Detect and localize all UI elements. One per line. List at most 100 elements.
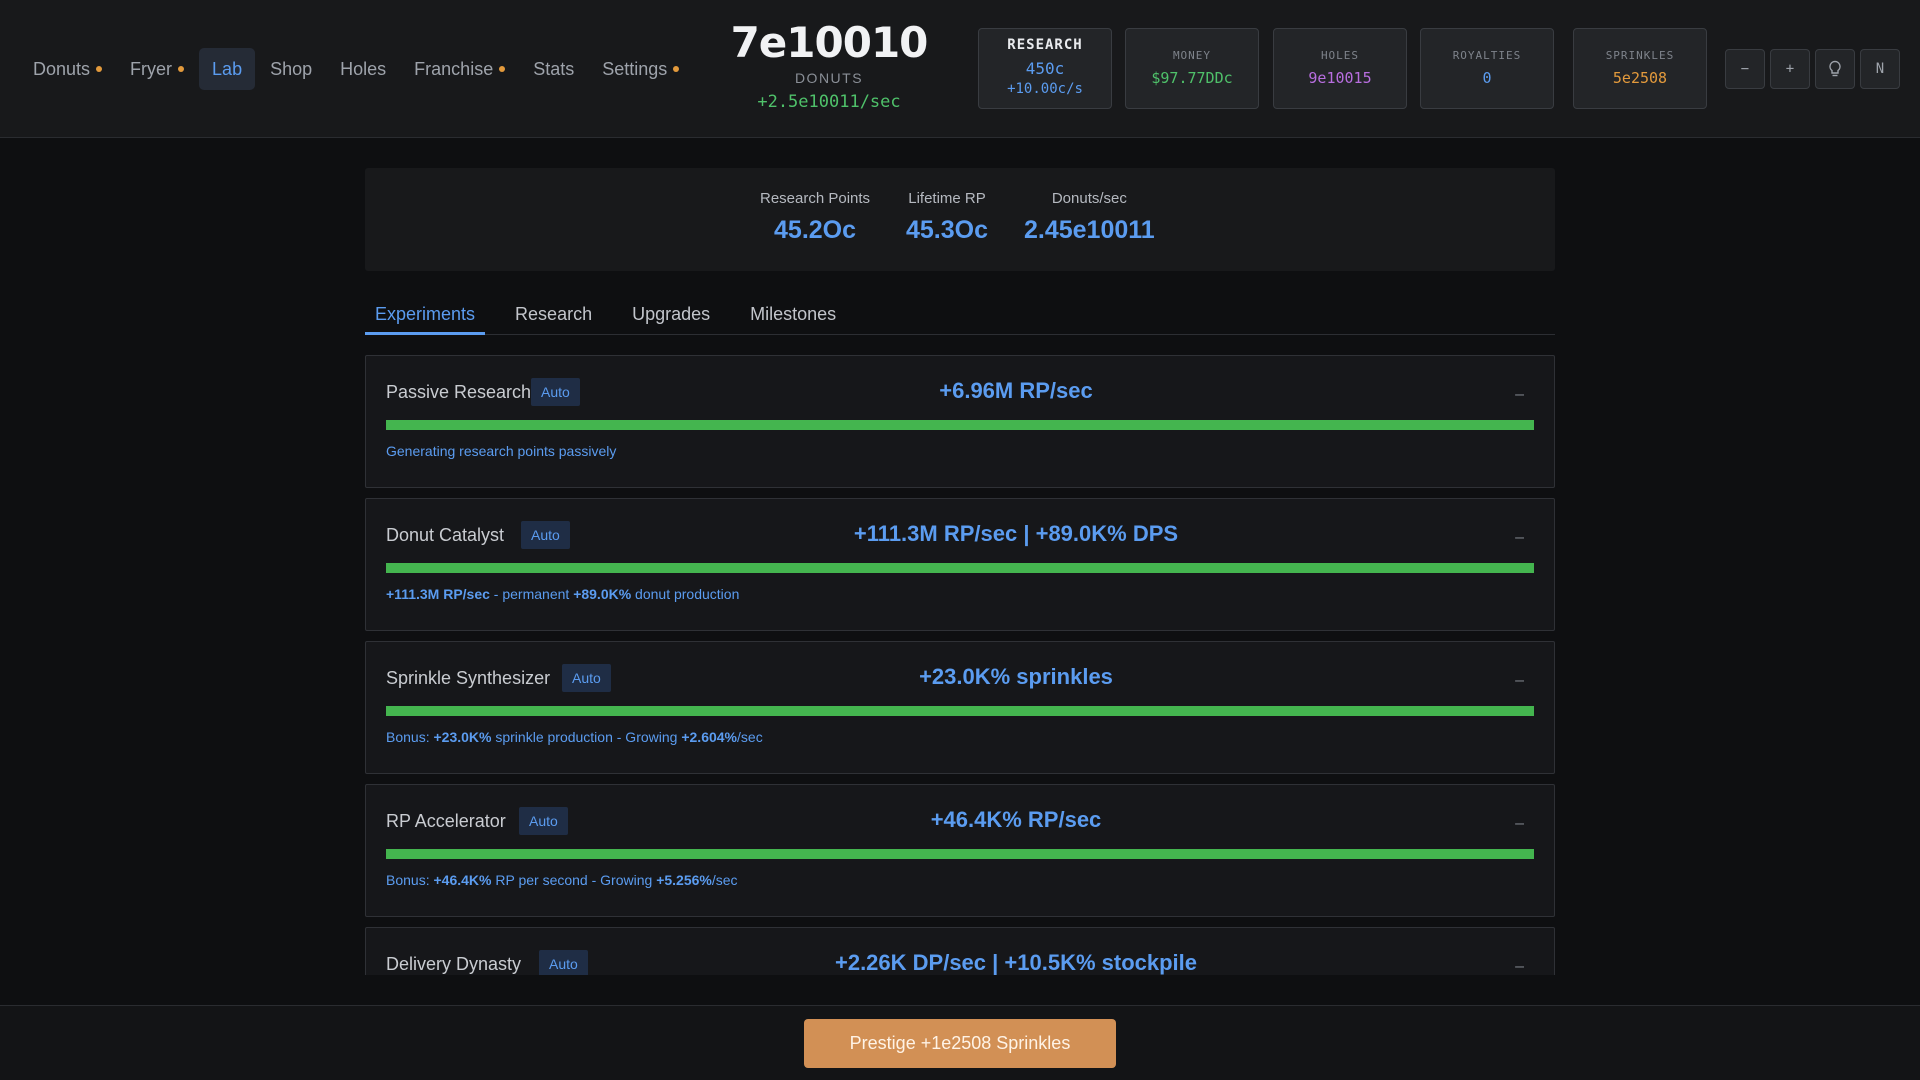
experiment-progress-fill (386, 563, 1534, 573)
nav-tab-label: Shop (270, 58, 313, 79)
experiment-name: Donut Catalyst (386, 525, 505, 545)
holes-stat: HOLES 9e10015 (1273, 28, 1407, 109)
sprinkles-stat: SPRINKLES 5e2508 (1573, 28, 1707, 109)
donut-rate: +2.5e10011/sec (757, 92, 901, 112)
money-stat-label: MONEY (1172, 49, 1212, 62)
experiment-progress-fill (386, 849, 1534, 859)
nav-tab-label: Lab (212, 58, 243, 79)
research-points-label: Research Points (760, 190, 871, 207)
description-text: - permanent (489, 586, 574, 602)
experiment-description: Bonus: +46.4K% RP per second - Growing +… (386, 872, 738, 888)
notification-dot (673, 66, 680, 72)
research-stat-value: 450c (1025, 59, 1065, 78)
collapse-toggle[interactable]: – (1515, 815, 1524, 833)
lab-summary-panel: Research Points 45.2Oc Lifetime RP 45.3O… (365, 168, 1555, 271)
nav-tab-label: Franchise (414, 58, 494, 79)
notification-dot (178, 66, 185, 72)
description-text: Bonus: (386, 729, 434, 745)
collapse-toggle[interactable]: – (1515, 958, 1524, 975)
description-text: donut production (631, 586, 740, 602)
experiment-effect: +2.26K DP/sec | +10.5K% stockpile (834, 950, 1198, 975)
nav-tab-label: Donuts (33, 58, 91, 79)
top-bar: Donuts Fryer Lab Shop Holes Franchise Stats Set… (0, 0, 1920, 138)
sprinkles-stat-label: SPRINKLES (1605, 49, 1675, 62)
notification-dot (96, 66, 103, 72)
zoom-out-button[interactable]: − (1725, 49, 1765, 89)
donuts-per-sec-stat: Donuts/sec 2.45e10011 (1024, 190, 1155, 245)
description-highlight: +89.0K% (573, 586, 632, 602)
donuts-per-sec-value: 2.45e10011 (1024, 216, 1155, 244)
experiment-card-delivery-dynasty: Delivery Dynasty Auto +2.26K DP/sec | +10.… (365, 927, 1555, 975)
nav-tab-label: Stats (533, 58, 575, 79)
description-text: /sec (737, 729, 763, 745)
tab-research[interactable]: Research (505, 296, 602, 335)
collapse-toggle[interactable]: – (1515, 529, 1524, 547)
experiment-progress-fill (386, 706, 1534, 716)
notation-button[interactable]: N (1860, 49, 1900, 89)
experiment-name: Delivery Dynasty (386, 954, 522, 974)
tab-upgrades[interactable]: Upgrades (622, 296, 720, 335)
holes-stat-value: 9e10015 (1308, 69, 1372, 87)
experiment-card-rp-accelerator: RP Accelerator Auto +46.4K% RP/sec – Bonus: … (365, 784, 1555, 917)
money-stat: MONEY $97.77DDc (1125, 28, 1259, 109)
research-points-stat: Research Points 45.2Oc (760, 190, 870, 245)
experiment-effect: +46.4K% RP/sec (930, 807, 1102, 832)
description-highlight: +2.604% (681, 729, 738, 745)
footer-bar: Prestige +1e2508 Sprinkles (0, 1005, 1920, 1080)
experiment-card-passive-research: Passive Research Auto +6.96M RP/sec – Genera… (365, 355, 1555, 488)
nav-tab-settings[interactable]: Settings (589, 48, 692, 90)
description-text: sprinkle production - Growing (491, 729, 682, 745)
research-points-value: 45.2Oc (774, 216, 857, 244)
nav-tab-label: Settings (602, 58, 668, 79)
main-nav: Donuts Fryer Lab Shop Holes Franchise Stats Set… (20, 48, 692, 90)
experiment-name: Sprinkle Synthesizer (386, 668, 551, 688)
collapse-toggle[interactable]: – (1515, 672, 1524, 690)
experiment-effect: +23.0K% sprinkles (919, 664, 1113, 689)
lifetime-rp-label: Lifetime RP (908, 190, 986, 207)
donut-label: DONUTS (794, 70, 864, 86)
tab-experiments[interactable]: Experiments (365, 296, 486, 335)
hint-button[interactable] (1815, 49, 1855, 89)
royalties-stat-value: 0 (1482, 69, 1492, 87)
nav-tab-fryer[interactable]: Fryer (117, 48, 197, 90)
collapse-toggle[interactable]: – (1515, 386, 1524, 404)
nav-tab-donuts[interactable]: Donuts (20, 48, 115, 90)
description-text: /sec (711, 872, 738, 888)
experiment-name: RP Accelerator (386, 811, 506, 831)
tab-milestones[interactable]: Milestones (740, 296, 846, 335)
description-text: Bonus: (386, 872, 434, 888)
auto-badge: Auto (519, 807, 568, 835)
experiment-effect: +111.3M RP/sec | +89.0K% DPS (853, 521, 1179, 546)
prestige-button[interactable]: Prestige +1e2508 Sprinkles (804, 1019, 1116, 1068)
sprinkles-stat-value: 5e2508 (1612, 69, 1668, 87)
auto-badge: Auto (521, 521, 570, 549)
description-highlight: +46.4K% (433, 872, 492, 888)
royalties-stat-label: ROYALTIES (1452, 49, 1522, 62)
lifetime-rp-stat: Lifetime RP 45.3Oc (906, 190, 988, 245)
experiment-description: Bonus: +23.0K% sprinkle production - Gro… (386, 729, 763, 745)
nav-tab-label: Fryer (130, 58, 173, 79)
nav-tab-stats[interactable]: Stats (520, 48, 587, 90)
donut-counter: 7e10010 DONUTS +2.5e10011/sec (700, 18, 958, 112)
holes-stat-label: HOLES (1320, 49, 1360, 62)
experiment-progress (386, 706, 1534, 716)
zoom-in-button[interactable]: + (1770, 49, 1810, 89)
experiment-progress-fill (386, 420, 1534, 430)
donut-total: 7e10010 (730, 18, 929, 67)
nav-tab-shop[interactable]: Shop (257, 48, 325, 90)
experiment-progress (386, 849, 1534, 859)
experiment-card-sprinkle-synthesizer: Sprinkle Synthesizer Auto +23.0K% sprinkle… (365, 641, 1555, 774)
nav-tab-franchise[interactable]: Franchise (401, 48, 518, 90)
lab-tabs: Experiments Research Upgrades Milestones (365, 296, 1555, 335)
research-stat-rate: +10.00c/s (1007, 81, 1083, 97)
experiment-progress (386, 420, 1534, 430)
notification-dot (499, 66, 506, 72)
description-text: Generating research points passively (386, 443, 617, 459)
research-stat-label: RESEARCH (1007, 37, 1083, 53)
description-text: RP per second - Growing (491, 872, 657, 888)
nav-tab-lab[interactable]: Lab (199, 48, 256, 90)
experiment-description: Generating research points passively (386, 443, 616, 459)
experiment-name: Passive Research (386, 382, 532, 402)
nav-tab-holes[interactable]: Holes (327, 48, 399, 90)
lightbulb-icon (1829, 60, 1841, 77)
